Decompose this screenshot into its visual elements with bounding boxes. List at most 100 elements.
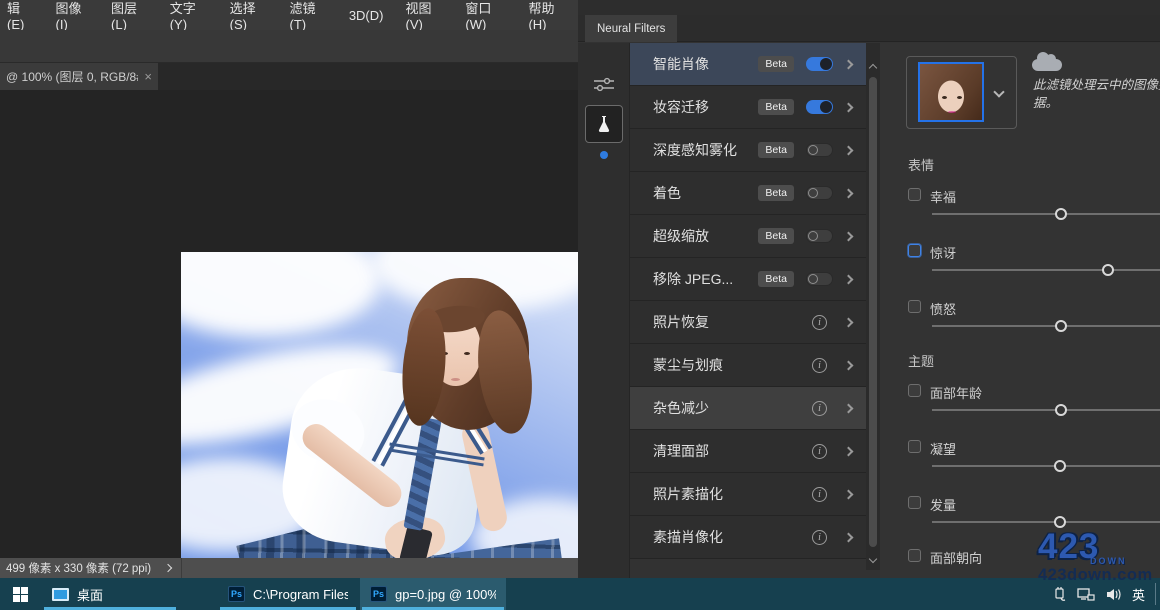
info-icon[interactable]: i [812,530,827,545]
menu-filter[interactable]: 滤镜(T) [279,0,338,30]
filter-item-depth-blur[interactable]: 深度感知雾化 Beta [630,129,866,172]
filter-item-dust-scratches[interactable]: 蒙尘与划痕 i [630,344,866,387]
photo-lips [451,378,460,381]
chevron-right-icon[interactable] [844,446,854,456]
scrollbar-thumb[interactable] [869,77,877,547]
ime-language-indicator[interactable]: 英 [1132,585,1145,604]
menu-type[interactable]: 文字(Y) [159,0,219,30]
filter-item-makeup-transfer[interactable]: 妆容迁移 Beta [630,86,866,129]
scroll-up-icon[interactable] [869,64,877,72]
slider-handle[interactable] [1054,516,1066,528]
chevron-right-icon[interactable] [844,59,854,69]
document-tab[interactable]: @ 100% (图层 0, RGB/8#) * × [0,63,158,90]
gaze-slider[interactable] [932,465,1160,467]
gaze-checkbox[interactable] [908,440,921,453]
filter-item-super-zoom[interactable]: 超级缩放 Beta [630,215,866,258]
toggle-off-icon[interactable] [806,272,833,286]
windows-taskbar: 桌面 Ps C:\Program Files\A... Ps gp=0.jpg … [0,578,1160,610]
slider-gaze: 凝望 [908,440,1160,480]
chevron-right-icon[interactable] [844,317,854,327]
info-icon[interactable]: i [812,315,827,330]
surprise-slider[interactable] [932,269,1160,271]
filter-item-noise-reduction[interactable]: 杂色减少 i [630,387,866,430]
slider-handle[interactable] [1055,404,1067,416]
menu-select[interactable]: 选择(S) [219,0,279,30]
info-icon[interactable]: i [812,401,827,416]
head-direction-checkbox[interactable] [908,549,921,562]
hair-thickness-slider[interactable] [932,521,1160,523]
taskbar-item-photoshop-2-active[interactable]: Ps gp=0.jpg @ 100% (... [360,578,506,610]
status-expand-icon[interactable] [164,564,172,572]
anger-slider[interactable] [932,325,1160,327]
panel-tab-strip: Neural Filters [578,15,1160,42]
tool-options-bar: 滚动所有窗口 100% 适合屏幕 填充屏幕 [0,30,578,63]
start-button[interactable] [0,578,40,610]
facial-age-checkbox[interactable] [908,384,921,397]
menu-view[interactable]: 视图(V) [394,0,454,30]
usb-icon[interactable] [1052,586,1067,602]
face-selector-dropdown[interactable] [906,56,1017,129]
chevron-right-icon[interactable] [844,532,854,542]
menu-edit[interactable]: 辑(E) [0,0,45,30]
chevron-right-icon[interactable] [844,274,854,284]
tab-neural-filters[interactable]: Neural Filters [585,15,677,42]
slider-hair-thickness: 发量 [908,496,1160,536]
hair-thickness-checkbox[interactable] [908,496,921,509]
toggle-off-icon[interactable] [806,143,833,157]
taskbar-item-desktop[interactable]: 桌面 [42,578,178,610]
filter-settings-pane: 此滤镜处理云中的图像数 据。 表情 幸福 惊讶 愤怒 主题 [880,43,1160,578]
info-icon[interactable]: i [812,487,827,502]
canvas-area[interactable] [0,90,578,558]
beta-badge: Beta [758,271,794,287]
chevron-right-icon[interactable] [844,360,854,370]
slider-handle[interactable] [1054,460,1066,472]
filter-item-jpeg-artifacts[interactable]: 移除 JPEG... Beta [630,258,866,301]
slider-handle[interactable] [1055,208,1067,220]
beta-filters-button[interactable] [585,105,623,143]
section-expression: 表情 [908,155,934,174]
filter-item-face-cleanup[interactable]: 清理面部 i [630,430,866,473]
filter-item-smart-portrait[interactable]: 智能肖像 Beta [630,43,866,86]
close-icon[interactable]: × [144,69,152,84]
system-tray: 英 [1052,578,1160,610]
all-filters-icon[interactable] [592,75,616,95]
surprise-checkbox[interactable] [908,244,921,257]
windows-logo-icon [13,587,28,602]
toggle-off-icon[interactable] [806,186,833,200]
active-filter-indicator-dot [600,151,608,159]
chevron-right-icon[interactable] [844,145,854,155]
filter-item-photo-restoration[interactable]: 照片恢复 i [630,301,866,344]
menu-help[interactable]: 帮助(H) [517,0,578,30]
facial-age-slider[interactable] [932,409,1160,411]
filter-item-colorize[interactable]: 着色 Beta [630,172,866,215]
taskbar-item-photoshop-1[interactable]: Ps C:\Program Files\A... [218,578,358,610]
chevron-right-icon[interactable] [844,231,854,241]
chevron-right-icon[interactable] [844,188,854,198]
happiness-slider[interactable] [932,213,1160,215]
chevron-right-icon[interactable] [844,102,854,112]
chevron-right-icon[interactable] [844,403,854,413]
flask-icon [594,114,614,134]
scroll-down-icon[interactable] [869,555,877,563]
filter-item-sketch-to-portrait[interactable]: 素描肖像化 i [630,516,866,559]
chevron-right-icon[interactable] [844,489,854,499]
toggle-on-icon[interactable] [806,100,833,114]
menu-layer[interactable]: 图层(L) [100,0,159,30]
slider-handle[interactable] [1102,264,1114,276]
cloud-icon [1032,59,1062,71]
menu-image[interactable]: 图像(I) [45,0,100,30]
toggle-off-icon[interactable] [806,229,833,243]
menu-3d[interactable]: 3D(D) [338,0,395,30]
toggle-on-icon[interactable] [806,57,833,71]
slider-handle[interactable] [1055,320,1067,332]
info-icon[interactable]: i [812,358,827,373]
face-thumbnail [918,62,984,122]
info-icon[interactable]: i [812,444,827,459]
filter-list-scrollbar[interactable] [866,43,880,570]
volume-icon[interactable] [1105,587,1122,602]
filter-item-photo-to-sketch[interactable]: 照片素描化 i [630,473,866,516]
network-icon[interactable] [1077,587,1095,602]
happiness-checkbox[interactable] [908,188,921,201]
menu-window[interactable]: 窗口(W) [454,0,517,30]
anger-checkbox[interactable] [908,300,921,313]
